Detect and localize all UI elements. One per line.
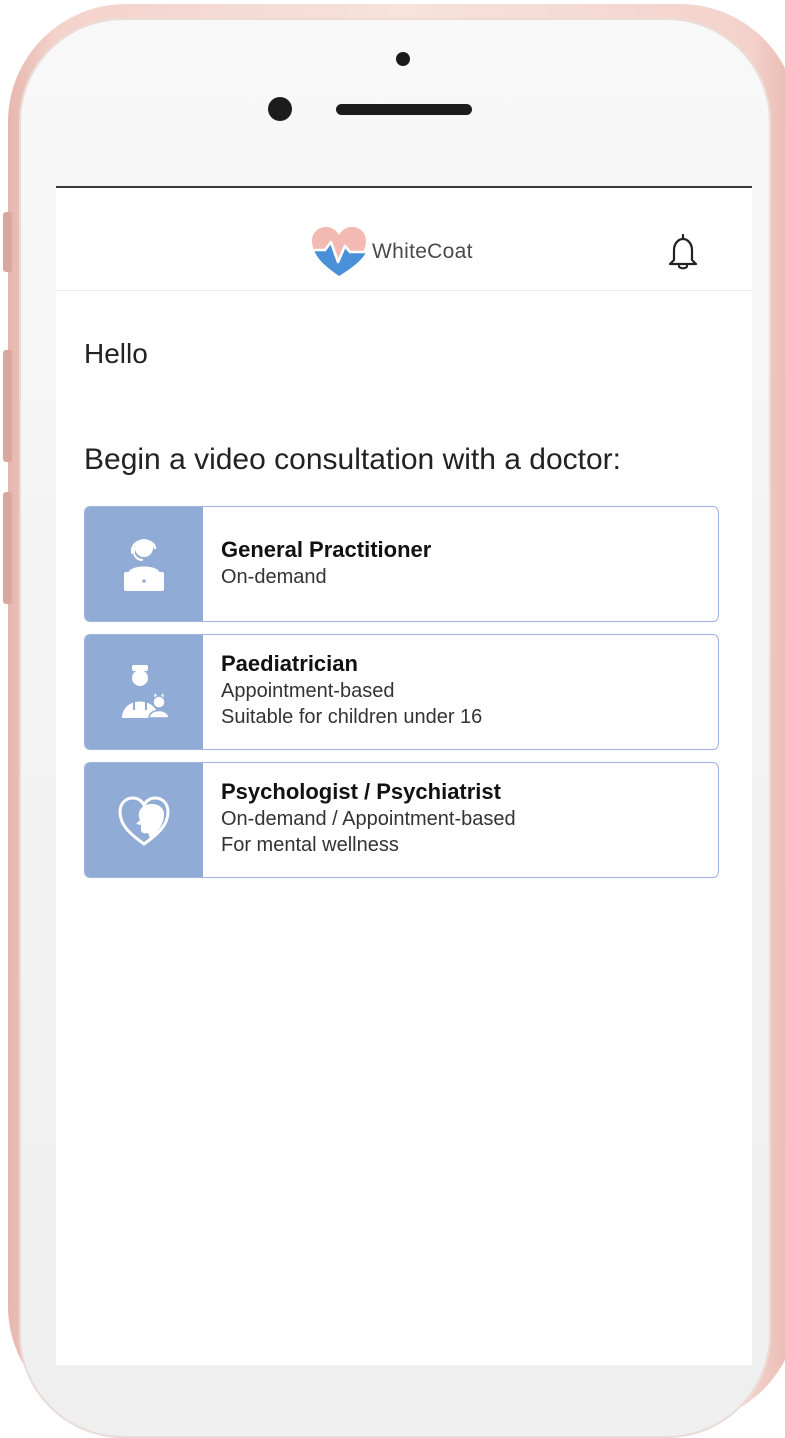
brand-name: WhiteCoat bbox=[372, 240, 473, 263]
service-card-general-practitioner[interactable]: General Practitioner On-demand bbox=[84, 506, 719, 622]
phone-camera bbox=[268, 97, 292, 121]
service-detail: Appointment-based bbox=[221, 680, 395, 702]
service-title: General Practitioner bbox=[221, 537, 432, 562]
phone-sensor bbox=[396, 52, 410, 66]
doctor-with-child-icon bbox=[122, 665, 170, 719]
service-title: Paediatrician bbox=[221, 651, 358, 676]
service-text: Psychologist / Psychiatrist On-demand / … bbox=[221, 779, 516, 857]
service-title: Psychologist / Psychiatrist bbox=[221, 779, 501, 804]
service-detail: For mental wellness bbox=[221, 834, 399, 856]
app-header: WhiteCoat bbox=[56, 188, 752, 291]
heart-pulse-logo-icon bbox=[312, 227, 366, 276]
phone-side-button bbox=[3, 350, 12, 462]
service-text: General Practitioner On-demand bbox=[221, 537, 431, 589]
service-card-paediatrician[interactable]: Paediatrician Appointment-based Suitable… bbox=[84, 634, 719, 750]
service-icon-tile bbox=[85, 635, 203, 749]
phone-side-button bbox=[3, 492, 12, 604]
heart-head-icon bbox=[118, 796, 170, 846]
phone-speaker bbox=[336, 104, 472, 115]
phone-side-button bbox=[3, 212, 12, 272]
service-card-psychologist[interactable]: Psychologist / Psychiatrist On-demand / … bbox=[84, 762, 719, 878]
consultation-prompt: Begin a video consultation with a doctor… bbox=[84, 443, 621, 476]
service-detail: On-demand bbox=[221, 566, 327, 588]
app-screen: WhiteCoat Hello Begin a video consultati… bbox=[56, 186, 752, 1365]
brand-logo: WhiteCoat bbox=[310, 224, 473, 280]
doctor-headset-laptop-icon bbox=[124, 539, 164, 591]
service-icon-tile bbox=[85, 763, 203, 877]
service-detail: On-demand / Appointment-based bbox=[221, 808, 516, 830]
service-detail: Suitable for children under 16 bbox=[221, 706, 483, 728]
service-icon-tile bbox=[85, 507, 203, 621]
service-text: Paediatrician Appointment-based Suitable… bbox=[221, 651, 482, 729]
greeting-text: Hello bbox=[84, 338, 148, 369]
bell-icon[interactable] bbox=[664, 232, 702, 272]
